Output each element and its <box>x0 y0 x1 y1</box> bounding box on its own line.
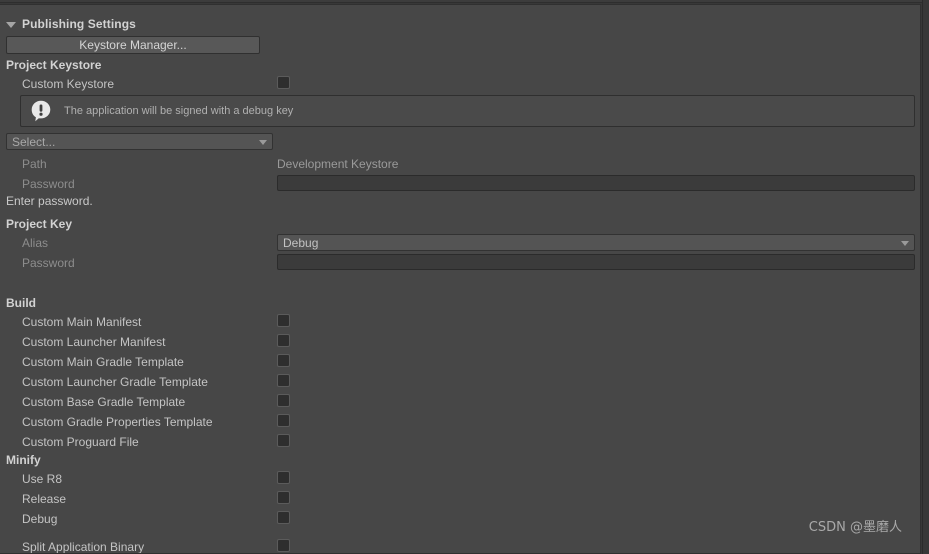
checkbox-custom-launcher-manifest[interactable] <box>277 334 290 347</box>
checkbox-custom-gradle-properties-template[interactable] <box>277 414 290 427</box>
group-header-project-keystore: Project Keystore <box>6 58 102 72</box>
unity-inspector-window: Publishing Settings Keystore Manager... … <box>0 0 929 554</box>
input-keystore-password[interactable] <box>277 175 915 191</box>
window-top-divider <box>0 0 929 3</box>
value-keystore-path: Development Keystore <box>277 157 399 171</box>
label-custom-main-manifest: Custom Main Manifest <box>22 315 142 329</box>
checkbox-custom-main-manifest[interactable] <box>277 314 290 327</box>
label-custom-launcher-gradle-template: Custom Launcher Gradle Template <box>22 375 208 389</box>
help-box-debug-key: The application will be signed with a de… <box>20 95 915 127</box>
label-minify-debug: Debug <box>22 512 58 526</box>
checkbox-split-application-binary[interactable] <box>277 539 290 552</box>
warning-icon <box>30 100 52 122</box>
label-custom-proguard-file: Custom Proguard File <box>22 435 139 449</box>
checkbox-custom-proguard-file[interactable] <box>277 434 290 447</box>
input-key-password[interactable] <box>277 254 915 270</box>
label-custom-gradle-properties-template: Custom Gradle Properties Template <box>22 415 213 429</box>
checkbox-use-r8[interactable] <box>277 471 290 484</box>
watermark-text: CSDN @墨磨人 <box>808 520 902 535</box>
label-custom-launcher-manifest: Custom Launcher Manifest <box>22 335 166 349</box>
group-header-minify: Minify <box>6 453 41 467</box>
keystore-select-dropdown[interactable]: Select... <box>6 133 273 150</box>
label-keystore-password: Password <box>22 177 75 191</box>
keystore-password-hint: Enter password. <box>6 194 93 208</box>
key-alias-value: Debug <box>283 235 319 250</box>
checkbox-custom-keystore[interactable] <box>277 76 290 89</box>
chevron-down-icon[interactable] <box>901 241 909 246</box>
keystore-manager-button[interactable]: Keystore Manager... <box>6 36 260 54</box>
checkbox-custom-launcher-gradle-template[interactable] <box>277 374 290 387</box>
dropdown-key-alias[interactable]: Debug <box>277 234 915 251</box>
group-header-project-key: Project Key <box>6 217 73 231</box>
chevron-down-icon[interactable] <box>259 140 267 145</box>
label-custom-base-gradle-template: Custom Base Gradle Template <box>22 395 186 409</box>
label-custom-main-gradle-template: Custom Main Gradle Template <box>22 355 184 369</box>
label-use-r8: Use R8 <box>22 472 63 486</box>
keystore-select-value: Select... <box>12 134 56 149</box>
checkbox-custom-main-gradle-template[interactable] <box>277 354 290 367</box>
label-custom-keystore: Custom Keystore <box>22 77 115 91</box>
window-right-gutter <box>922 0 929 554</box>
triangle-down-icon[interactable] <box>6 21 16 28</box>
label-minify-release: Release <box>22 492 67 506</box>
checkbox-custom-base-gradle-template[interactable] <box>277 394 290 407</box>
help-box-message: The application will be signed with a de… <box>64 105 294 117</box>
group-header-build: Build <box>6 296 36 310</box>
label-keystore-path: Path <box>22 157 47 171</box>
label-key-alias: Alias <box>22 236 49 250</box>
publishing-settings-panel: Publishing Settings Keystore Manager... … <box>0 4 921 554</box>
label-split-application-binary: Split Application Binary <box>22 540 145 554</box>
checkbox-minify-debug[interactable] <box>277 511 290 524</box>
publishing-settings-foldout[interactable]: Publishing Settings <box>6 16 136 32</box>
checkbox-minify-release[interactable] <box>277 491 290 504</box>
page-title: Publishing Settings <box>22 17 136 31</box>
label-key-password: Password <box>22 256 75 270</box>
